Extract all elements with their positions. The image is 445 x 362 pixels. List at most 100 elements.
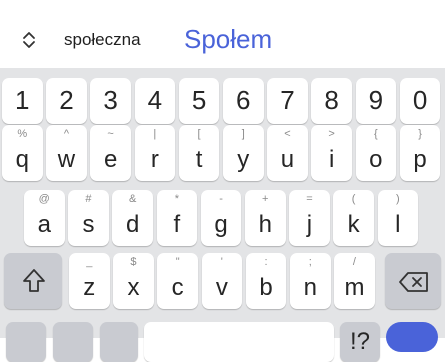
- key-hint: ': [220, 256, 223, 268]
- key-hint: ^: [63, 128, 70, 140]
- key-label: y: [237, 146, 250, 173]
- key-3[interactable]: 3: [90, 78, 131, 124]
- emoji-key[interactable]: [53, 322, 93, 362]
- key-hint: :: [264, 256, 268, 268]
- key-m[interactable]: / m: [334, 253, 375, 309]
- key-hint: |: [153, 128, 157, 140]
- key-hint: @: [38, 193, 50, 205]
- key-label: e: [103, 146, 118, 173]
- key-label: d: [125, 211, 140, 238]
- key-2[interactable]: 2: [46, 78, 87, 124]
- key-label: o: [369, 146, 383, 173]
- enter-key[interactable]: [386, 322, 438, 352]
- key-h[interactable]: + h: [245, 190, 286, 246]
- key-label: w: [57, 146, 76, 173]
- key-6[interactable]: 6: [223, 78, 264, 124]
- key-label: q: [15, 146, 29, 173]
- key-hint: }: [418, 128, 422, 140]
- key-b[interactable]: :b: [245, 253, 287, 309]
- language-key[interactable]: [100, 322, 138, 362]
- space-key[interactable]: [144, 322, 334, 362]
- punctuation-label: !?: [349, 328, 370, 355]
- key-hint: /: [352, 256, 356, 268]
- key-y[interactable]: ] y: [223, 125, 264, 181]
- key-label: b: [259, 274, 273, 301]
- key-hint: ~: [107, 128, 114, 140]
- key-w[interactable]: ^ w: [46, 125, 87, 181]
- key-label: p: [413, 146, 427, 173]
- key-g[interactable]: -g: [200, 190, 242, 246]
- key-label: 8: [324, 85, 339, 115]
- key-z[interactable]: _ z: [69, 253, 110, 309]
- key-label: 6: [236, 85, 251, 115]
- key-label: a: [37, 211, 51, 238]
- key-4[interactable]: 4: [134, 78, 176, 124]
- key-i[interactable]: > i: [311, 125, 352, 181]
- expand-collapse-icon[interactable]: [20, 30, 38, 50]
- key-label: 2: [59, 85, 74, 115]
- key-hint: -: [219, 193, 223, 205]
- shift-key[interactable]: [4, 253, 62, 309]
- key-v[interactable]: ' v: [201, 253, 243, 309]
- key-j[interactable]: = j: [289, 190, 330, 246]
- key-hint: %: [17, 128, 28, 140]
- key-hint: *: [174, 193, 179, 205]
- key-s[interactable]: # s: [68, 190, 109, 246]
- key-hint: ): [396, 193, 400, 205]
- key-5[interactable]: 5: [178, 78, 220, 124]
- key-label: i: [328, 146, 335, 173]
- key-q[interactable]: % q: [2, 125, 43, 181]
- key-label: 5: [191, 85, 207, 115]
- key-label: 3: [103, 85, 118, 115]
- key-f[interactable]: * f: [156, 190, 198, 246]
- key-hint: +: [262, 193, 269, 205]
- key-label: 1: [15, 85, 30, 115]
- key-1[interactable]: 1: [2, 78, 43, 124]
- symbols-key[interactable]: [6, 322, 46, 362]
- key-hint: &: [128, 193, 137, 205]
- key-hint: =: [306, 193, 313, 205]
- key-label: z: [83, 274, 96, 301]
- backspace-key[interactable]: [385, 253, 441, 309]
- key-hint: >: [328, 128, 335, 140]
- key-hint: (: [351, 193, 356, 205]
- key-label: u: [280, 146, 295, 173]
- key-n[interactable]: ; n: [290, 253, 331, 309]
- key-hint: ": [175, 256, 180, 268]
- punctuation-key[interactable]: !?: [340, 322, 380, 362]
- key-hint: ]: [241, 128, 245, 140]
- key-8[interactable]: 8: [311, 78, 352, 124]
- key-a[interactable]: @ a: [24, 190, 65, 246]
- suggestion-bar: społeczna Społem: [0, 0, 445, 68]
- key-r[interactable]: | r: [134, 125, 176, 181]
- key-label: 9: [368, 85, 384, 115]
- keyboard: 1 2 3 4 5 6 7 8 9 0% q ^ w ~ e | r[t] y < u > i{o} p @ a # s & d * f - g…: [0, 68, 445, 362]
- key-label: g: [214, 211, 228, 238]
- key-t[interactable]: [t: [178, 125, 220, 181]
- key-label: 4: [147, 85, 163, 115]
- key-l[interactable]: ) l: [377, 190, 419, 246]
- key-k[interactable]: (k: [333, 190, 374, 246]
- key-label: f: [173, 211, 181, 238]
- suggestion-word-1[interactable]: społeczna: [64, 30, 141, 50]
- key-c[interactable]: " c: [157, 253, 198, 309]
- key-label: j: [306, 211, 313, 238]
- suggestion-word-2[interactable]: Społem: [184, 24, 272, 55]
- key-e[interactable]: ~ e: [90, 125, 131, 181]
- key-7[interactable]: 7: [267, 78, 308, 124]
- key-hint: _: [86, 256, 93, 268]
- key-x[interactable]: $ x: [113, 253, 154, 309]
- key-label: 0: [412, 85, 428, 115]
- key-label: x: [127, 274, 140, 301]
- key-label: v: [215, 274, 228, 301]
- key-label: s: [82, 211, 95, 238]
- key-u[interactable]: < u: [267, 125, 308, 181]
- key-o[interactable]: {o: [355, 125, 397, 181]
- key-d[interactable]: & d: [112, 190, 153, 246]
- key-0[interactable]: 0: [399, 78, 441, 124]
- key-hint: $: [130, 256, 137, 268]
- key-9[interactable]: 9: [355, 78, 397, 124]
- key-label: r: [150, 146, 159, 173]
- key-label: n: [303, 274, 317, 301]
- key-p[interactable]: } p: [399, 125, 441, 181]
